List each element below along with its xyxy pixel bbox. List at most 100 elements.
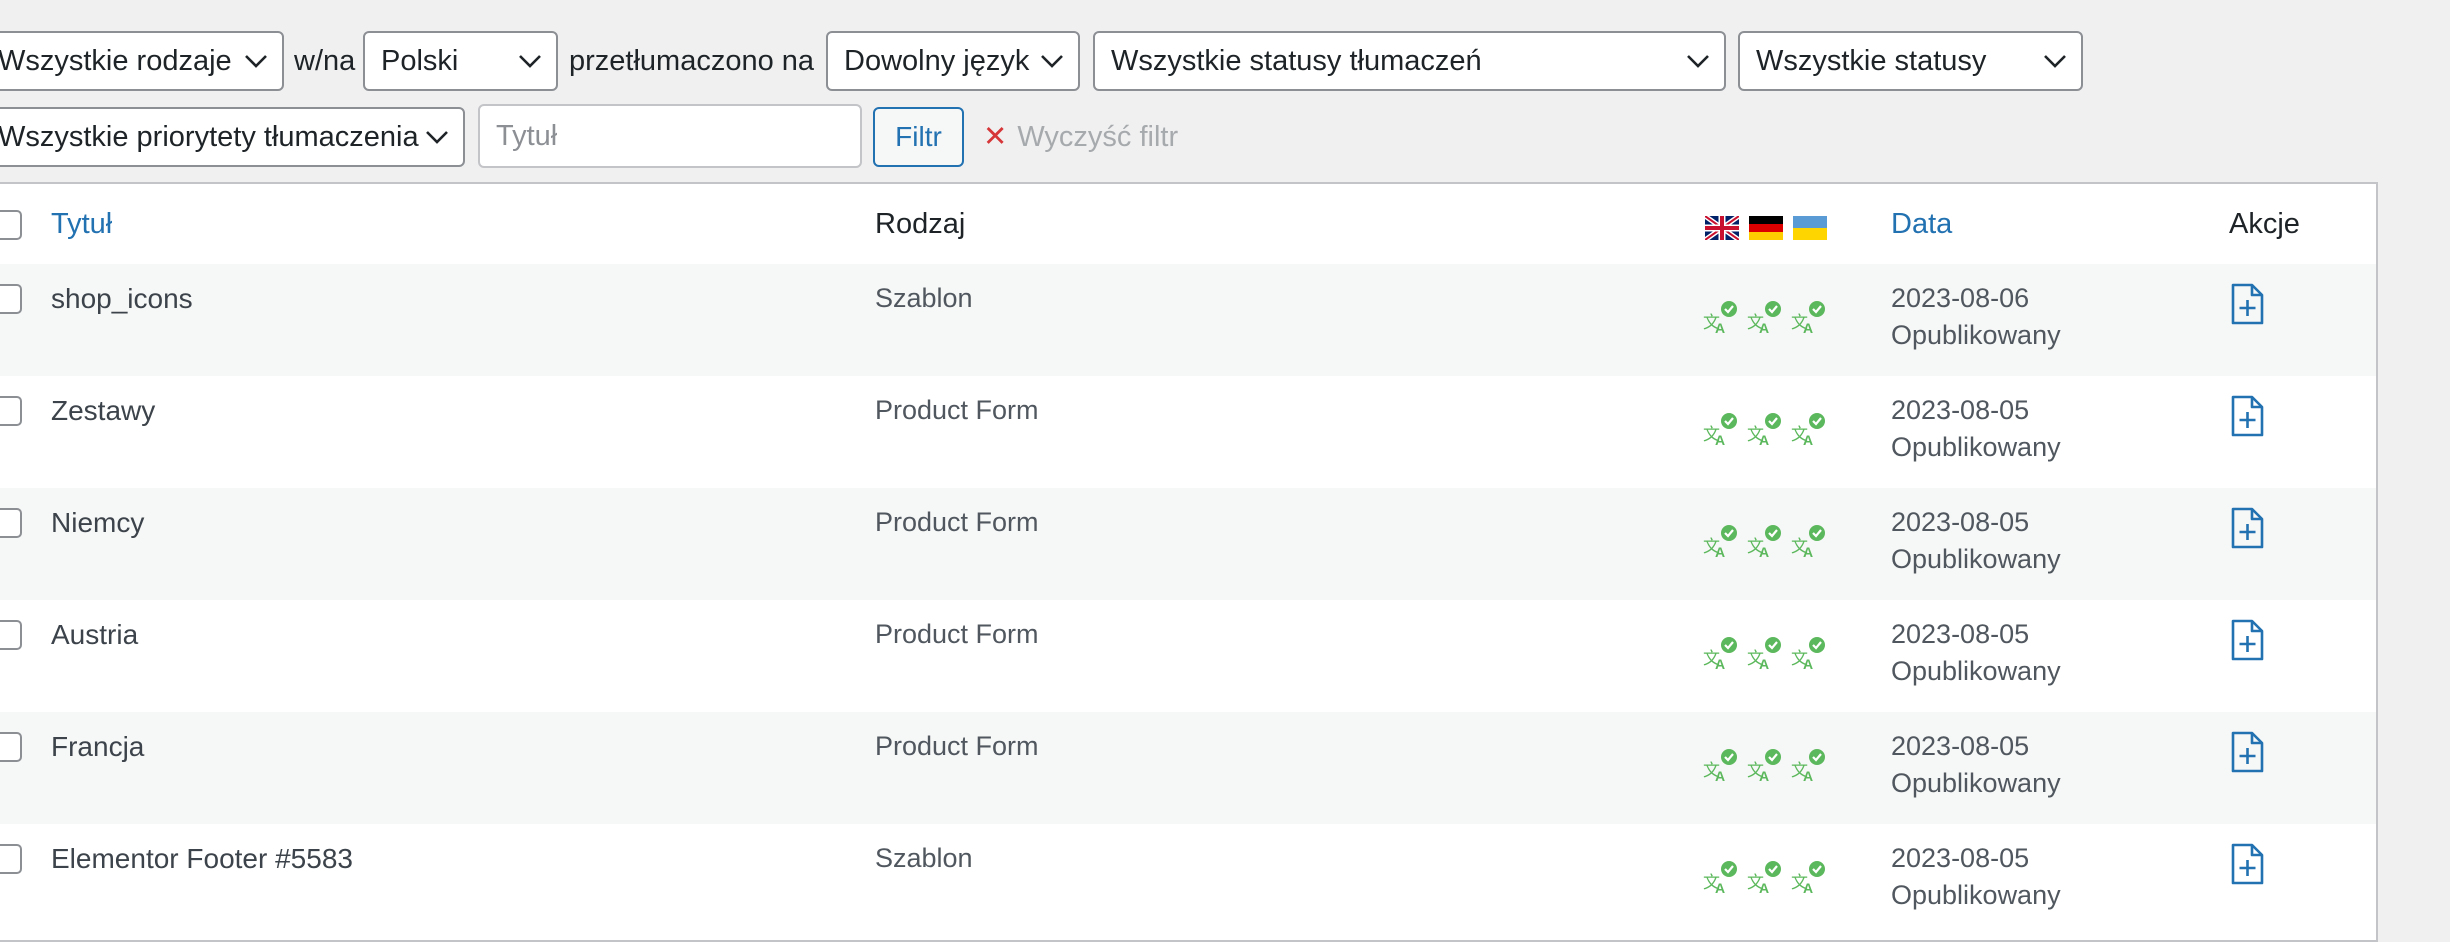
table-row: Francja Product Form 文 A 文 A 文 A 2023-08… [0, 712, 2376, 824]
filter-button[interactable]: Filtr [873, 107, 964, 167]
status-select[interactable]: Wszystkie statusy [1738, 31, 2083, 91]
svg-text:A: A [1715, 656, 1725, 672]
translation-complete-icon[interactable]: 文 A [1702, 636, 1738, 672]
row-checkbox[interactable] [0, 396, 22, 426]
translation-complete-icon[interactable]: 文 A [1746, 860, 1782, 896]
table-row: Zestawy Product Form 文 A 文 A 文 A 2023-08… [0, 376, 2376, 488]
svg-text:A: A [1715, 880, 1725, 896]
row-title[interactable]: Zestawy [51, 392, 155, 429]
table-row: Austria Product Form 文 A 文 A 文 A 2023-08… [0, 600, 2376, 712]
column-date[interactable]: Data [1891, 206, 1952, 242]
select-all-checkbox[interactable] [0, 210, 22, 240]
title-search-placeholder: Tytuł [496, 120, 558, 152]
row-date: 2023-08-06 [1891, 283, 2030, 313]
svg-text:A: A [1803, 320, 1813, 336]
row-checkbox[interactable] [0, 732, 22, 762]
row-status: Opublikowany [1891, 432, 2061, 462]
post-type-value: Wszystkie rodzaje [0, 45, 232, 77]
translation-complete-icon[interactable]: 文 A [1790, 412, 1826, 448]
row-checkbox[interactable] [0, 844, 22, 874]
add-translation-icon[interactable] [2227, 282, 2267, 326]
table-row: Elementor Footer #5583 Szablon 文 A 文 A 文… [0, 824, 2376, 936]
row-title[interactable]: Niemcy [51, 504, 144, 541]
row-checkbox[interactable] [0, 508, 22, 538]
translation-status-value: Wszystkie statusy tłumaczeń [1111, 45, 1482, 77]
translations-table: Tytuł Rodzaj Data Akcje shop_icons Szabl… [0, 182, 2378, 942]
svg-text:A: A [1803, 544, 1813, 560]
add-translation-icon[interactable] [2227, 394, 2267, 438]
translation-complete-icon[interactable]: 文 A [1702, 412, 1738, 448]
post-type-select[interactable]: Wszystkie rodzaje [0, 31, 284, 91]
row-title[interactable]: Austria [51, 616, 138, 653]
svg-text:A: A [1759, 880, 1769, 896]
translation-status-select[interactable]: Wszystkie statusy tłumaczeń [1093, 31, 1726, 91]
row-title[interactable]: Elementor Footer #5583 [51, 840, 353, 877]
svg-text:A: A [1759, 320, 1769, 336]
svg-text:A: A [1803, 768, 1813, 784]
translation-complete-icon[interactable]: 文 A [1790, 748, 1826, 784]
language-select[interactable]: Polski [363, 31, 558, 91]
svg-text:A: A [1803, 432, 1813, 448]
language-value: Polski [381, 45, 459, 77]
table-header: Tytuł Rodzaj Data Akcje [0, 184, 2376, 266]
svg-text:A: A [1759, 656, 1769, 672]
table-row: Niemcy Product Form 文 A 文 A 文 A 2023-08-… [0, 488, 2376, 600]
clear-filter-link[interactable]: ✕ Wyczyść filtr [983, 117, 1178, 157]
column-actions: Akcje [2229, 208, 2300, 240]
translation-complete-icon[interactable]: 文 A [1746, 636, 1782, 672]
row-type: Product Form [875, 395, 1039, 425]
priority-select[interactable]: Wszystkie priorytety tłumaczenia [0, 107, 465, 167]
translation-complete-icon[interactable]: 文 A [1702, 748, 1738, 784]
chevron-down-icon [1041, 55, 1063, 68]
row-status: Opublikowany [1891, 544, 2061, 574]
svg-text:A: A [1803, 656, 1813, 672]
table-row: shop_icons Szablon 文 A 文 A 文 A 2023-08-0… [0, 264, 2376, 376]
translation-complete-icon[interactable]: 文 A [1746, 524, 1782, 560]
title-search-input[interactable]: Tytuł [478, 104, 862, 168]
translation-complete-icon[interactable]: 文 A [1790, 300, 1826, 336]
row-date: 2023-08-05 [1891, 395, 2030, 425]
close-icon: ✕ [983, 121, 1008, 153]
row-type: Product Form [875, 731, 1039, 761]
column-title[interactable]: Tytuł [51, 206, 112, 242]
translation-complete-icon[interactable]: 文 A [1746, 748, 1782, 784]
row-title[interactable]: shop_icons [51, 280, 193, 317]
chevron-down-icon [1687, 55, 1709, 68]
row-type: Szablon [875, 843, 973, 873]
translation-complete-icon[interactable]: 文 A [1702, 860, 1738, 896]
row-date: 2023-08-05 [1891, 619, 2030, 649]
svg-text:A: A [1803, 880, 1813, 896]
row-type: Product Form [875, 507, 1039, 537]
target-language-select[interactable]: Dowolny język [826, 31, 1080, 91]
svg-text:A: A [1759, 544, 1769, 560]
row-type: Product Form [875, 619, 1039, 649]
translation-complete-icon[interactable]: 文 A [1790, 524, 1826, 560]
row-status: Opublikowany [1891, 656, 2061, 686]
translation-complete-icon[interactable]: 文 A [1790, 860, 1826, 896]
row-checkbox[interactable] [0, 620, 22, 650]
de-flag-icon [1749, 216, 1783, 240]
add-translation-icon[interactable] [2227, 506, 2267, 550]
translation-complete-icon[interactable]: 文 A [1702, 524, 1738, 560]
translation-complete-icon[interactable]: 文 A [1746, 412, 1782, 448]
translation-complete-icon[interactable]: 文 A [1702, 300, 1738, 336]
row-date: 2023-08-05 [1891, 731, 2030, 761]
priority-value: Wszystkie priorytety tłumaczenia [0, 121, 419, 153]
add-translation-icon[interactable] [2227, 618, 2267, 662]
status-value: Wszystkie statusy [1756, 45, 1987, 77]
row-checkbox[interactable] [0, 284, 22, 314]
scrollbar-track [2375, 182, 2450, 924]
row-status: Opublikowany [1891, 320, 2061, 350]
column-type: Rodzaj [875, 208, 966, 240]
chevron-down-icon [245, 55, 267, 68]
add-translation-icon[interactable] [2227, 730, 2267, 774]
chevron-down-icon [519, 55, 541, 68]
clear-filter-label: Wyczyść filtr [1017, 121, 1179, 153]
add-translation-icon[interactable] [2227, 842, 2267, 886]
translation-complete-icon[interactable]: 文 A [1790, 636, 1826, 672]
row-title[interactable]: Francja [51, 728, 144, 765]
translation-complete-icon[interactable]: 文 A [1746, 300, 1782, 336]
svg-text:A: A [1759, 432, 1769, 448]
svg-text:A: A [1715, 320, 1725, 336]
row-date: 2023-08-05 [1891, 843, 2030, 873]
